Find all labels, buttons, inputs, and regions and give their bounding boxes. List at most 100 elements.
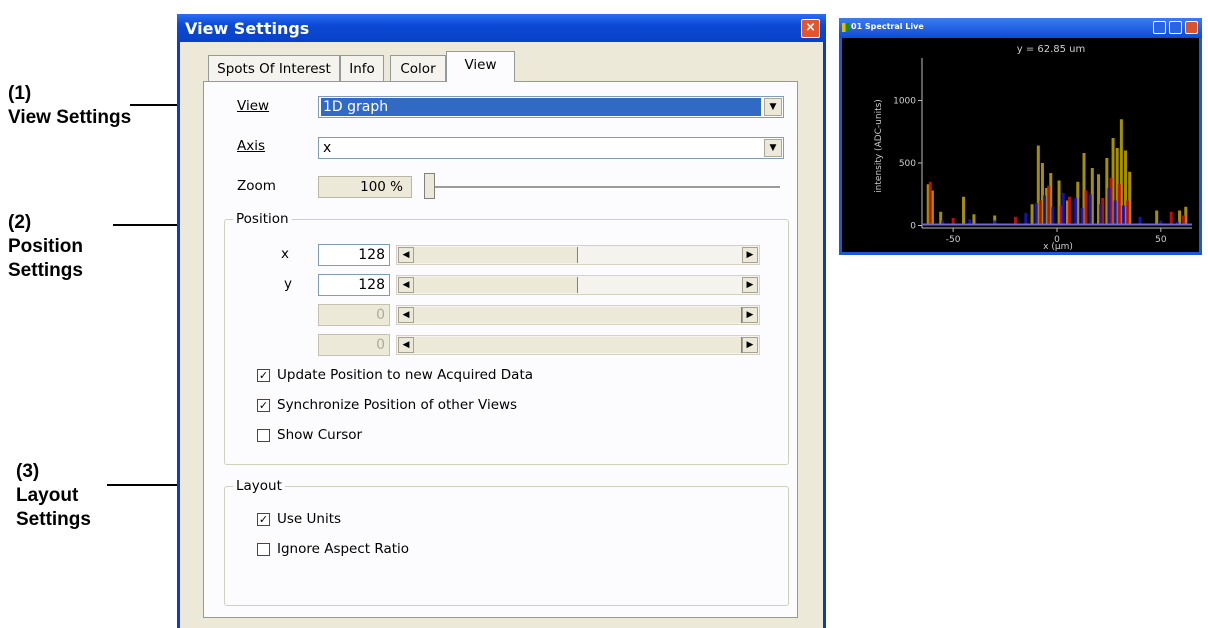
x-axis-label: x (μm): [1043, 242, 1073, 252]
scroll-right-icon[interactable]: ▶: [742, 307, 758, 323]
scroll-left-icon[interactable]: ◀: [398, 277, 414, 293]
spectrum-bar: [1030, 204, 1034, 226]
position-value-input[interactable]: 128: [318, 244, 390, 266]
spectrum-bar: [1084, 190, 1088, 226]
zoom-slider-track[interactable]: [426, 186, 780, 189]
minimize-icon[interactable]: [1153, 21, 1166, 34]
spectral-chart: y = 62.85 um05001000-50 0 50x (μm)intensit…: [874, 44, 1192, 252]
annotation-number: (3): [16, 461, 40, 482]
app-icon: [842, 23, 849, 32]
tab-view[interactable]: View: [446, 51, 515, 82]
dialog-title: View Settings: [185, 19, 310, 38]
y-readout: y = 62.85 um: [1017, 44, 1086, 55]
chevron-down-icon[interactable]: ▼: [764, 98, 782, 116]
view-tab-panel: View 1D graph ▼ Axis x ▼ Zoom 100 % Posi…: [203, 81, 798, 618]
y-tick-label: 0: [910, 222, 916, 232]
annotation-position-settings: (2) Position Settings: [8, 211, 83, 283]
y-axis-label: intensity (ADC-units): [874, 99, 884, 193]
spectrum-bar: [1061, 193, 1065, 226]
spectrum-bar: [1034, 203, 1038, 226]
tab-spots-of-interest[interactable]: Spots Of Interest: [208, 55, 340, 81]
checkbox-box[interactable]: [257, 543, 270, 556]
spectrum-bar: [1088, 194, 1092, 226]
spectral-live-window: 01 Spectral Live y = 62.85 um 0 500 1000 -50…: [839, 18, 1202, 255]
x-tick-label: 50: [1155, 235, 1167, 245]
scroll-right-icon[interactable]: ▶: [742, 247, 758, 263]
spectrum-bar: [928, 181, 932, 226]
y-tick-label: 1000: [893, 97, 916, 107]
annotation-text: Layout: [16, 485, 79, 506]
zoom-slider-thumb[interactable]: [424, 173, 435, 199]
close-icon[interactable]: [1185, 21, 1198, 34]
spectrum-bar: [1126, 200, 1130, 226]
position-scrollbar[interactable]: ◀ ▶: [396, 335, 760, 355]
position-value-input: 0: [318, 334, 390, 356]
spectrum-bar: [1074, 198, 1078, 226]
spectrum-bar: [1038, 200, 1042, 226]
scroll-left-icon[interactable]: ◀: [398, 337, 414, 353]
checkbox-box[interactable]: ✓: [257, 399, 270, 412]
annotation-view-settings: (1) View Settings: [8, 82, 131, 130]
position-value-input: 0: [318, 304, 390, 326]
view-select[interactable]: 1D graph ▼: [318, 96, 784, 118]
axis-select-value: x: [323, 140, 332, 156]
annotation-text: Settings: [16, 509, 91, 530]
spectrum-bar: [1043, 195, 1047, 226]
spectrum-bar: [1107, 188, 1111, 226]
spectrum-bar: [1117, 184, 1121, 226]
position-row-label: x: [281, 246, 289, 262]
scroll-right-icon[interactable]: ▶: [742, 337, 758, 353]
spectrum-bar: [1121, 205, 1125, 226]
checkbox-label[interactable]: Update Position to new Acquired Data: [277, 367, 533, 383]
spectrum-bar: [1113, 200, 1117, 226]
spectral-titlebar[interactable]: 01 Spectral Live: [839, 18, 1202, 38]
position-group-title: Position: [233, 211, 292, 227]
spectrum-bar: [962, 196, 966, 226]
annotation-text: Position: [8, 236, 83, 257]
close-icon: ×: [805, 20, 816, 35]
view-label: View: [237, 98, 270, 114]
chevron-down-icon[interactable]: ▼: [764, 139, 782, 157]
x-tick-label: -50: [946, 235, 961, 245]
annotation-number: (2): [8, 212, 32, 233]
checkbox-box[interactable]: ✓: [257, 369, 270, 382]
position-scrollbar[interactable]: ◀ ▶: [396, 245, 760, 265]
checkbox-label[interactable]: Show Cursor: [277, 427, 362, 443]
tab-info[interactable]: Info: [340, 55, 384, 81]
close-button[interactable]: ×: [801, 19, 820, 38]
annotation-layout-settings: (3) Layout Settings: [16, 460, 91, 532]
checkbox-box[interactable]: [257, 429, 270, 442]
axis-select[interactable]: x ▼: [318, 137, 784, 159]
checkbox-box[interactable]: ✓: [257, 513, 270, 526]
spectrum-bar: [1067, 196, 1071, 226]
scroll-thumb[interactable]: [414, 277, 578, 293]
annotation-text: Settings: [8, 260, 83, 281]
layout-group-title: Layout: [233, 478, 285, 494]
maximize-icon[interactable]: [1169, 21, 1182, 34]
view-settings-dialog: View Settings × Spots Of Interest Info C…: [177, 14, 826, 628]
position-row-label: y: [284, 276, 292, 292]
zoom-label: Zoom: [237, 178, 276, 194]
axis-label: Axis: [237, 138, 266, 154]
scroll-right-icon[interactable]: ▶: [742, 277, 758, 293]
checkbox-label[interactable]: Ignore Aspect Ratio: [277, 541, 409, 557]
spectrum-bar: [1047, 185, 1051, 226]
scroll-left-icon[interactable]: ◀: [398, 247, 414, 263]
spectrum-bar: [1080, 208, 1084, 226]
annotation-text: View Settings: [8, 107, 132, 128]
scroll-thumb[interactable]: [414, 337, 742, 353]
checkbox-label[interactable]: Synchronize Position of other Views: [277, 397, 517, 413]
tab-color[interactable]: Color: [390, 55, 446, 81]
position-scrollbar[interactable]: ◀ ▶: [396, 305, 760, 325]
dialog-titlebar[interactable]: View Settings ×: [177, 14, 826, 42]
spectral-title: 01 Spectral Live: [851, 22, 924, 31]
position-scrollbar[interactable]: ◀ ▶: [396, 275, 760, 295]
checkbox-label[interactable]: Use Units: [277, 511, 341, 527]
position-value-input[interactable]: 128: [318, 274, 390, 296]
scroll-thumb[interactable]: [414, 247, 578, 263]
annotation-number: (1): [8, 83, 32, 104]
spectrum-bar: [1051, 206, 1055, 226]
zoom-value: 100 %: [318, 176, 412, 198]
scroll-thumb[interactable]: [414, 307, 742, 323]
scroll-left-icon[interactable]: ◀: [398, 307, 414, 323]
